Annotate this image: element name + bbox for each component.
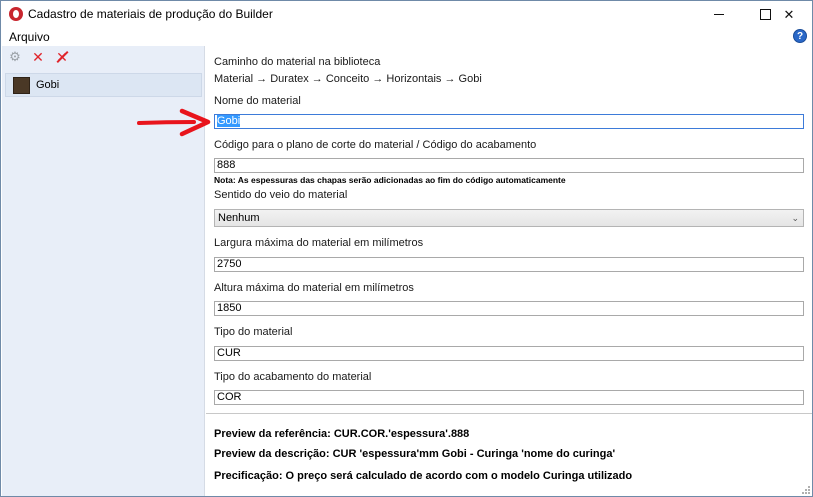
close-window-button[interactable]: ✕ <box>766 1 812 28</box>
minimize-button[interactable] <box>696 1 742 28</box>
type-label: Tipo do material <box>214 326 293 338</box>
resize-grip[interactable] <box>800 484 810 494</box>
material-name-field[interactable]: Gobi <box>214 114 804 129</box>
preview-divider <box>206 413 812 414</box>
path-value: Material → Duratex → Conceito → Horizont… <box>214 73 482 85</box>
material-form: Caminho do material na biblioteca Materi… <box>206 46 812 496</box>
delete-all-icon[interactable]: ✕ <box>54 49 70 65</box>
material-item-label: Gobi <box>36 79 60 91</box>
material-swatch <box>13 76 30 94</box>
app-logo-icon <box>9 7 23 21</box>
material-list-item[interactable]: Gobi <box>5 73 202 97</box>
height-label: Altura máxima do material em milímetros <box>214 282 414 294</box>
code-label: Código para o plano de corte do material… <box>214 139 537 151</box>
code-note: Nota: As espessuras das chapas serão adi… <box>214 175 566 185</box>
material-name-value: Gobi <box>217 115 241 127</box>
help-icon[interactable]: ? <box>793 29 807 43</box>
grain-select[interactable]: Nenhum ⌄ <box>214 209 804 227</box>
pricing-text: Precificação: O preço será calculado de … <box>214 470 633 482</box>
width-label: Largura máxima do material em milímetros <box>214 237 424 249</box>
app-window: Cadastro de materiais de produção do Bui… <box>0 0 813 497</box>
grain-label: Sentido do veio do material <box>214 189 348 201</box>
red-arrow-annotation-icon <box>137 108 211 137</box>
sidebar-toolbar: ⚙ ✕ ✕ <box>2 46 205 68</box>
height-field[interactable]: 1850 <box>214 301 804 316</box>
menu-file[interactable]: Arquivo <box>9 30 50 44</box>
finish-label: Tipo do acabamento do material <box>214 371 372 383</box>
menu-bar: Arquivo ? <box>1 28 812 46</box>
name-label: Nome do material <box>214 95 301 107</box>
width-field[interactable]: 2750 <box>214 257 804 272</box>
grain-select-value: Nenhum <box>218 212 260 224</box>
chevron-down-icon: ⌄ <box>791 213 799 223</box>
type-field[interactable]: CUR <box>214 346 804 361</box>
finish-field[interactable]: COR <box>214 390 804 405</box>
path-label: Caminho do material na biblioteca <box>214 56 381 68</box>
title-bar[interactable]: Cadastro de materiais de produção do Bui… <box>1 1 812 28</box>
preview-description: Preview da descrição: CUR 'espessura'mm … <box>214 448 616 460</box>
close-icon[interactable]: ✕ <box>30 49 46 65</box>
preview-reference: Preview da referência: CUR.COR.'espessur… <box>214 428 470 440</box>
gear-icon[interactable]: ⚙ <box>7 49 23 65</box>
window-title: Cadastro de materiais de produção do Bui… <box>28 7 273 21</box>
code-field[interactable]: 888 <box>214 158 804 173</box>
